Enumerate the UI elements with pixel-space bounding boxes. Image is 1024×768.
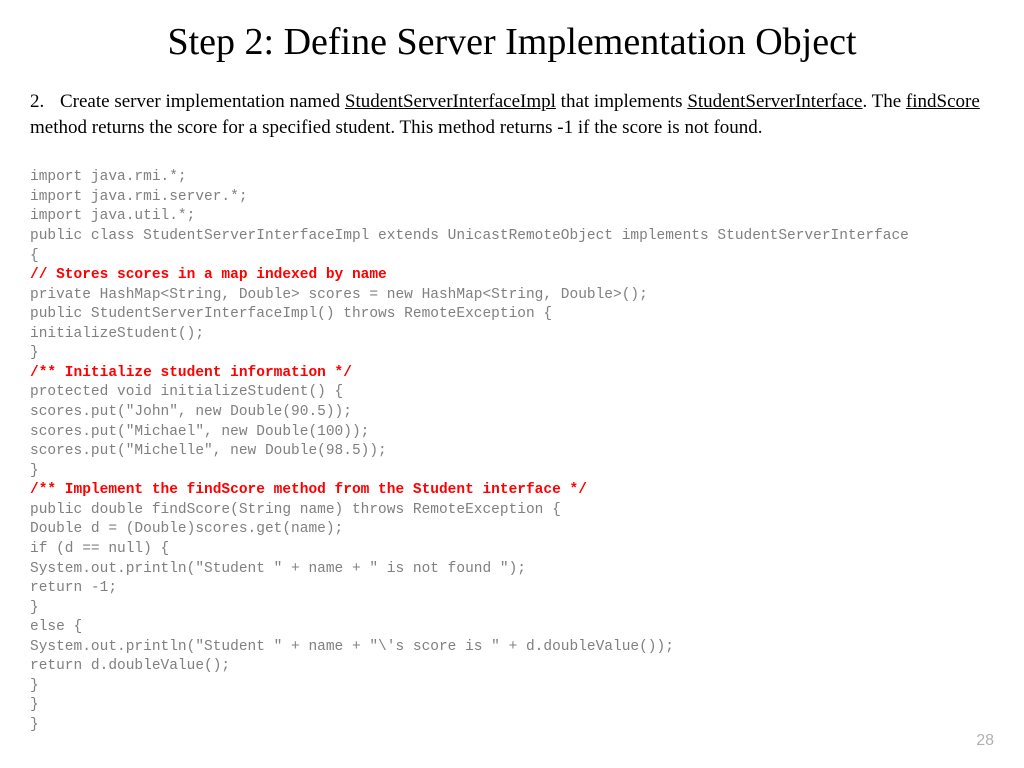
- desc-text-4: method returns the score for a specified…: [30, 117, 763, 138]
- code-line: System.out.println("Student " + name + "…: [30, 639, 674, 655]
- code-line: return d.doubleValue();: [30, 658, 230, 674]
- code-line: }: [30, 463, 39, 479]
- code-line: }: [30, 345, 39, 361]
- code-line: public double findScore(String name) thr…: [30, 502, 561, 518]
- list-number: 2.: [30, 89, 60, 115]
- code-line: scores.put("Michelle", new Double(98.5))…: [30, 443, 387, 459]
- code-line: }: [30, 678, 39, 694]
- code-line: initializeStudent();: [30, 326, 204, 342]
- code-line: }: [30, 600, 39, 616]
- step-description: 2.Create server implementation named Stu…: [30, 89, 994, 140]
- code-line: scores.put("John", new Double(90.5));: [30, 404, 352, 420]
- code-line: return -1;: [30, 580, 117, 596]
- code-line: }: [30, 697, 39, 713]
- desc-text-2: that implements: [556, 91, 687, 112]
- code-line: else {: [30, 619, 82, 635]
- code-line: protected void initializeStudent() {: [30, 384, 343, 400]
- desc-text-1: Create server implementation named: [60, 91, 345, 112]
- code-comment: /** Initialize student information */: [30, 365, 352, 381]
- page-number: 28: [976, 732, 994, 750]
- code-line: scores.put("Michael", new Double(100));: [30, 424, 369, 440]
- desc-text-3: . The: [862, 91, 905, 112]
- code-line: import java.rmi.*;: [30, 169, 187, 185]
- code-comment: // Stores scores in a map indexed by nam…: [30, 267, 387, 283]
- code-line: System.out.println("Student " + name + "…: [30, 561, 526, 577]
- code-line: public class StudentServerInterfaceImpl …: [30, 228, 909, 244]
- code-line: }: [30, 717, 39, 733]
- code-line: import java.rmi.server.*;: [30, 189, 248, 205]
- desc-underline-2: StudentServerInterface: [687, 91, 862, 112]
- code-comment: /** Implement the findScore method from …: [30, 482, 587, 498]
- desc-underline-3: findScore: [906, 91, 980, 112]
- code-line: private HashMap<String, Double> scores =…: [30, 287, 648, 303]
- desc-underline-1: StudentServerInterfaceImpl: [345, 91, 556, 112]
- code-line: Double d = (Double)scores.get(name);: [30, 521, 343, 537]
- page-title: Step 2: Define Server Implementation Obj…: [30, 20, 994, 64]
- code-line: import java.util.*;: [30, 208, 195, 224]
- code-line: {: [30, 248, 39, 264]
- code-line: public StudentServerInterfaceImpl() thro…: [30, 306, 552, 322]
- code-block: import java.rmi.*; import java.rmi.serve…: [30, 168, 994, 735]
- code-line: if (d == null) {: [30, 541, 169, 557]
